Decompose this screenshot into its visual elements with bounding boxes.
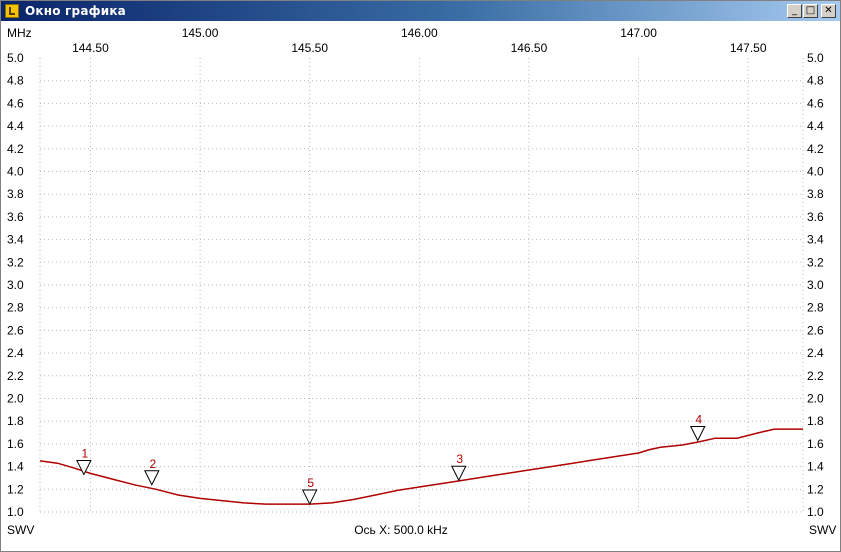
y-tick-label-left: 1.8 xyxy=(7,414,24,428)
y-tick-label-left: 5.0 xyxy=(7,51,24,65)
y-tick-label-left: 4.2 xyxy=(7,142,24,156)
maximize-button[interactable]: □ xyxy=(803,4,818,18)
y-tick-label-left: 2.8 xyxy=(7,301,24,315)
y-tick-label-left: 1.4 xyxy=(7,460,24,474)
y-tick-label-right: 2.8 xyxy=(807,301,824,315)
marker-triangle xyxy=(689,425,706,442)
close-button[interactable]: ✕ xyxy=(821,4,836,18)
window-title: Окно графика xyxy=(25,4,126,18)
y-tick-label-right: 1.4 xyxy=(807,460,824,474)
y-tick-label-right: 2.6 xyxy=(807,323,824,337)
x-tick-label-upper: 146.00 xyxy=(401,26,438,40)
marker-label: 4 xyxy=(695,412,702,426)
x-tick-label-upper: 147.00 xyxy=(620,26,657,40)
x-tick-label-lower: 144.50 xyxy=(72,41,109,55)
y-tick-label-left: 3.0 xyxy=(7,278,24,292)
y-tick-label-left: 2.6 xyxy=(7,323,24,337)
y-tick-label-left: 4.0 xyxy=(7,165,24,179)
minimize-button[interactable]: _ xyxy=(787,4,802,18)
x-axis-label: Ось X: 500.0 kHz xyxy=(354,523,448,537)
y-tick-label-left: 2.4 xyxy=(7,346,24,360)
markers: 1 2 5 3 4 xyxy=(76,412,706,506)
y-tick-label-right: 1.8 xyxy=(807,414,824,428)
marker-2: 2 xyxy=(144,457,160,486)
title-bar[interactable]: Окно графика _ □ ✕ xyxy=(1,1,840,21)
y-tick-label-left: 3.2 xyxy=(7,255,24,269)
marker-label: 3 xyxy=(456,452,463,466)
marker-triangle xyxy=(450,465,467,482)
marker-5: 5 xyxy=(301,476,318,506)
y-tick-label-left: 4.4 xyxy=(7,119,24,133)
swr-chart[interactable]: 1.0 1.0 1.2 1.2 1.4 1.4 1.6 1.6 1.8 1.8 2.0 2.0 2.2 2… xyxy=(1,22,840,551)
y-tick-label-right: 4.0 xyxy=(807,165,824,179)
y-tick-label-left: 4.6 xyxy=(7,96,24,110)
y-tick-label-left: 3.8 xyxy=(7,187,24,201)
y-tick-label-right: 4.2 xyxy=(807,142,824,156)
marker-triangle xyxy=(144,470,160,486)
y-tick-label-right: 4.8 xyxy=(807,74,824,88)
x-tick-label-lower: 145.50 xyxy=(291,41,328,55)
marker-label: 5 xyxy=(307,476,314,490)
y-tick-label-left: 4.8 xyxy=(7,74,24,88)
y-tick-label-right: 3.4 xyxy=(807,233,824,247)
y-tick-label-left: 2.0 xyxy=(7,392,24,406)
y-tick-label-right: 2.2 xyxy=(807,369,824,383)
x-tick-label-upper: 145.00 xyxy=(182,26,219,40)
axes: MHz SWV SWV Ось X: 500.0 kHz xyxy=(7,26,836,537)
marker-label: 2 xyxy=(149,457,156,471)
chart-app-icon xyxy=(5,4,19,18)
y-tick-label-right: 3.2 xyxy=(807,255,824,269)
marker-3: 3 xyxy=(450,452,467,482)
y-tick-label-right: 2.4 xyxy=(807,346,824,360)
marker-4: 4 xyxy=(689,412,706,442)
y-tick-label-left: 2.2 xyxy=(7,369,24,383)
y-tick-label-right: 3.8 xyxy=(807,187,824,201)
y-tick-label-right: 2.0 xyxy=(807,392,824,406)
marker-triangle xyxy=(301,489,318,506)
y-tick-label-right: 3.6 xyxy=(807,210,824,224)
y-axis-label-right: SWV xyxy=(809,523,836,537)
x-tick-label-lower: 146.50 xyxy=(511,41,548,55)
y-tick-label-left: 1.0 xyxy=(7,505,24,519)
y-tick-label-left: 3.6 xyxy=(7,210,24,224)
x-tick-label-lower: 147.50 xyxy=(730,41,767,55)
y-tick-label-right: 4.6 xyxy=(807,96,824,110)
y-tick-label-right: 4.4 xyxy=(807,119,824,133)
y-tick-label-right: 1.0 xyxy=(807,505,824,519)
y-tick-label-left: 3.4 xyxy=(7,233,24,247)
y-axis-label-left: SWV xyxy=(7,523,34,537)
y-tick-label-right: 1.6 xyxy=(807,437,824,451)
marker-label: 1 xyxy=(82,447,89,461)
y-tick-label-right: 1.2 xyxy=(807,482,824,496)
chart-window: Окно графика _ □ ✕ 1.0 1.0 1.2 1.2 1.4 1.4 1.6… xyxy=(0,0,841,552)
y-tick-label-left: 1.2 xyxy=(7,482,24,496)
grid: 1.0 1.0 1.2 1.2 1.4 1.4 1.6 1.6 1.8 1.8 2.0 2.0 2.2 2… xyxy=(7,26,824,519)
y-tick-label-right: 3.0 xyxy=(807,278,824,292)
y-tick-label-right: 5.0 xyxy=(807,51,824,65)
x-unit-label: MHz xyxy=(7,26,32,40)
y-tick-label-left: 1.6 xyxy=(7,437,24,451)
